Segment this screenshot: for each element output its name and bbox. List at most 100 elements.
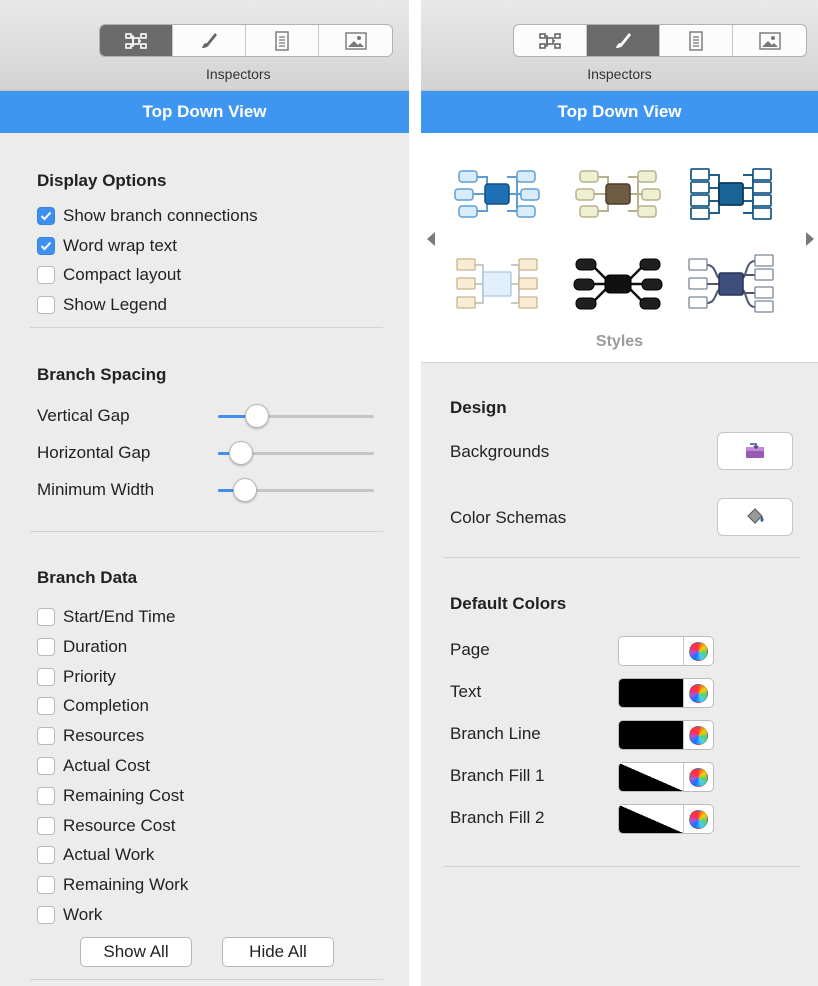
slider-track[interactable] (218, 478, 374, 502)
divider (30, 531, 383, 532)
color-wheel-icon[interactable] (689, 684, 708, 703)
option-word-wrap-text[interactable]: Word wrap text (37, 236, 177, 256)
checkbox-label: Show branch connections (63, 206, 258, 225)
branch-data-completion[interactable]: Completion (37, 696, 149, 716)
divider (443, 866, 800, 867)
checkbox-label: Resources (63, 726, 145, 746)
color-well-branch-line[interactable] (618, 720, 714, 750)
checkbox-label: Compact layout (63, 265, 182, 284)
tab-style-inspector[interactable] (173, 25, 246, 56)
divider (30, 979, 383, 980)
style-thumbnail-navy[interactable] (685, 161, 777, 227)
slider-thumb[interactable] (245, 404, 269, 428)
checkbox[interactable] (37, 786, 55, 805)
branch-data-priority[interactable]: Priority (37, 667, 116, 687)
style-thumbnail-blue[interactable] (451, 161, 543, 227)
slider-label: Horizontal Gap (37, 443, 151, 462)
color-swatch (619, 637, 683, 665)
branch-data-work[interactable]: Work (37, 905, 102, 925)
branch-spacing-title: Branch Spacing (37, 365, 167, 384)
checkbox-label: Start/End Time (63, 607, 176, 626)
checkbox[interactable] (37, 727, 55, 746)
backgrounds-button[interactable] (717, 432, 793, 470)
color-label: Text (450, 682, 482, 701)
checkbox-label: Remaining Work (63, 875, 189, 895)
tab-layout-inspector[interactable] (100, 25, 173, 56)
branch-data-actual-cost[interactable]: Actual Cost (37, 756, 150, 776)
next-styles-arrow-icon[interactable] (804, 231, 816, 247)
display-options-title: Display Options (37, 171, 167, 190)
color-well-branch-fill-2[interactable] (618, 804, 714, 834)
design-title: Design (450, 398, 507, 417)
divider (443, 557, 800, 558)
checkbox[interactable] (37, 757, 55, 775)
slider-label: Minimum Width (37, 480, 155, 499)
slider-track[interactable] (218, 404, 374, 428)
color-well-branch-fill-1[interactable] (618, 762, 714, 792)
tab-image-inspector[interactable] (319, 25, 392, 56)
slider-thumb[interactable] (233, 478, 257, 502)
checkbox-label: Resource Cost (63, 815, 176, 835)
checkbox[interactable] (37, 906, 55, 924)
color-wheel-icon[interactable] (689, 642, 708, 661)
color-swatch (619, 763, 683, 791)
slider-label: Vertical Gap (37, 406, 130, 425)
checkmark-icon (40, 211, 52, 221)
previous-styles-arrow-icon[interactable] (425, 231, 437, 247)
slider-horizontal-gap: Horizontal Gap (37, 438, 382, 468)
checkbox-label: Word wrap text (63, 235, 178, 255)
branch-data-remaining-work[interactable]: Remaining Work (37, 875, 188, 895)
inspector-panel-layout: Inspectors Top Down View Display Options… (0, 0, 409, 986)
layout-icon (125, 32, 147, 49)
tab-document-inspector[interactable] (660, 25, 733, 56)
checkbox[interactable] (37, 667, 55, 686)
checkbox[interactable] (37, 637, 55, 656)
branch-data-resource-cost[interactable]: Resource Cost (37, 816, 175, 836)
color-wheel-icon[interactable] (689, 726, 708, 745)
option-compact-layout[interactable]: Compact layout (37, 265, 181, 285)
checkbox[interactable] (37, 608, 55, 626)
checkbox[interactable] (37, 876, 55, 895)
branch-data-resources[interactable]: Resources (37, 726, 144, 746)
image-icon (758, 31, 781, 50)
style-thumbnail-tan[interactable] (572, 161, 664, 227)
color-wheel-icon[interactable] (689, 810, 708, 829)
option-show-legend[interactable]: Show Legend (37, 295, 167, 315)
tab-style-inspector[interactable] (587, 25, 660, 56)
inspectors-label: Inspectors (587, 66, 652, 82)
checkbox-label: Duration (63, 636, 128, 656)
branch-data-actual-work[interactable]: Actual Work (37, 845, 154, 865)
show-all-button[interactable]: Show All (80, 937, 192, 967)
tab-document-inspector[interactable] (246, 25, 319, 56)
color-wheel-icon[interactable] (689, 768, 708, 787)
branch-data-start-end-time[interactable]: Start/End Time (37, 607, 175, 627)
style-thumbnail-pale[interactable] (451, 251, 543, 317)
styles-gallery: Styles (421, 133, 818, 363)
branch-data-duration[interactable]: Duration (37, 637, 127, 657)
separator (683, 679, 684, 707)
style-thumbnail-slate[interactable] (685, 251, 777, 317)
divider (30, 327, 383, 328)
checkbox-label: Priority (63, 666, 116, 686)
slider-track[interactable] (218, 441, 374, 465)
checkbox-label: Actual Work (63, 845, 155, 865)
checkbox[interactable] (37, 236, 55, 255)
checkbox[interactable] (37, 697, 55, 716)
checkbox[interactable] (37, 266, 55, 284)
slider-thumb[interactable] (229, 441, 253, 465)
option-show-branch-connections[interactable]: Show branch connections (37, 206, 258, 226)
color-schemas-button[interactable] (717, 498, 793, 536)
color-well-text[interactable] (618, 678, 714, 708)
checkbox-label: Completion (63, 696, 149, 716)
style-thumbnail-black[interactable] (572, 251, 664, 317)
separator (683, 805, 684, 833)
tab-image-inspector[interactable] (733, 25, 806, 56)
checkbox[interactable] (37, 846, 55, 865)
checkbox[interactable] (37, 207, 55, 225)
checkbox[interactable] (37, 295, 55, 314)
color-well-page[interactable] (618, 636, 714, 666)
tab-layout-inspector[interactable] (514, 25, 587, 56)
hide-all-button[interactable]: Hide All (222, 937, 334, 967)
branch-data-remaining-cost[interactable]: Remaining Cost (37, 786, 184, 806)
checkbox[interactable] (37, 816, 55, 835)
